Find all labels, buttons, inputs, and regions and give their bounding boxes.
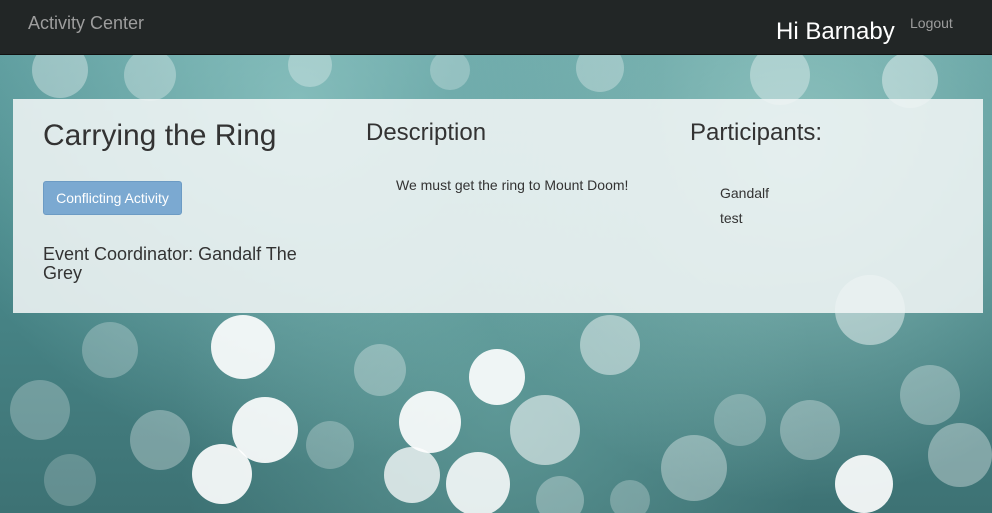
participants-list: Gandalf test (720, 181, 769, 231)
description-heading: Description (366, 119, 487, 146)
activity-title: Carrying the Ring (43, 119, 277, 152)
description-text: We must get the ring to Mount Doom! (396, 177, 629, 193)
participants-heading: Participants: (690, 119, 823, 146)
participant-item: Gandalf (720, 185, 770, 201)
logout-link[interactable]: Logout (910, 15, 953, 31)
activity-panel: Carrying the Ring Conflicting Activity E… (13, 99, 983, 313)
top-navbar: Activity Center Hi Barnaby Logout (0, 0, 992, 55)
participant-item: test (720, 210, 743, 226)
conflicting-activity-button[interactable]: Conflicting Activity (43, 181, 182, 215)
brand-link[interactable]: Activity Center (28, 13, 144, 34)
user-greeting: Hi Barnaby (776, 18, 895, 45)
event-coordinator: Event Coordinator: Gandalf The Grey (43, 244, 297, 283)
